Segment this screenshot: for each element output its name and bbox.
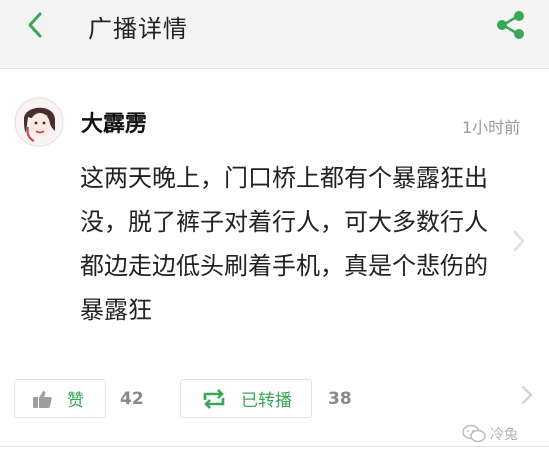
divider [0,446,549,447]
share-icon [497,11,524,39]
watermark: 冷兔 [462,424,518,444]
repost-count: 38 [328,389,352,409]
thumbs-up-icon [33,390,52,408]
repost-icon [203,388,225,409]
post-content-line: 都边走边低头刷着手机，真是个悲伤的 [80,252,488,280]
post-content-line: 这两天晚上，门口桥上都有个暴露狂出 [80,164,488,192]
like-button[interactable]: 赞 [14,379,106,418]
like-label: 赞 [67,391,84,411]
share-button[interactable] [494,8,528,42]
chevron-left-icon [28,12,42,38]
post-timestamp: 1小时前 [462,118,521,137]
top-bar: 广播详情 [0,0,549,69]
chevron-right-icon [513,230,525,252]
post-content-line: 没，脱了裤子对着行人，可大多数行人 [80,208,488,236]
chevron-right-icon [521,385,533,405]
watermark-text: 冷兔 [490,427,518,443]
page-title: 广播详情 [88,15,188,43]
avatar[interactable] [14,97,64,147]
back-button[interactable] [22,10,52,40]
repost-label: 已转播 [241,391,292,411]
author-name[interactable]: 大霹雳 [81,106,147,138]
post-content: 这两天晚上，门口桥上都有个暴露狂出 没，脱了裤子对着行人，可大多数行人 都边走边… [80,156,532,332]
wechat-icon [462,424,486,443]
like-count: 42 [120,389,144,409]
post-content-line: 暴露狂 [80,296,152,324]
repost-button[interactable]: 已转播 [180,379,312,418]
avatar-illustration-icon [14,97,64,147]
